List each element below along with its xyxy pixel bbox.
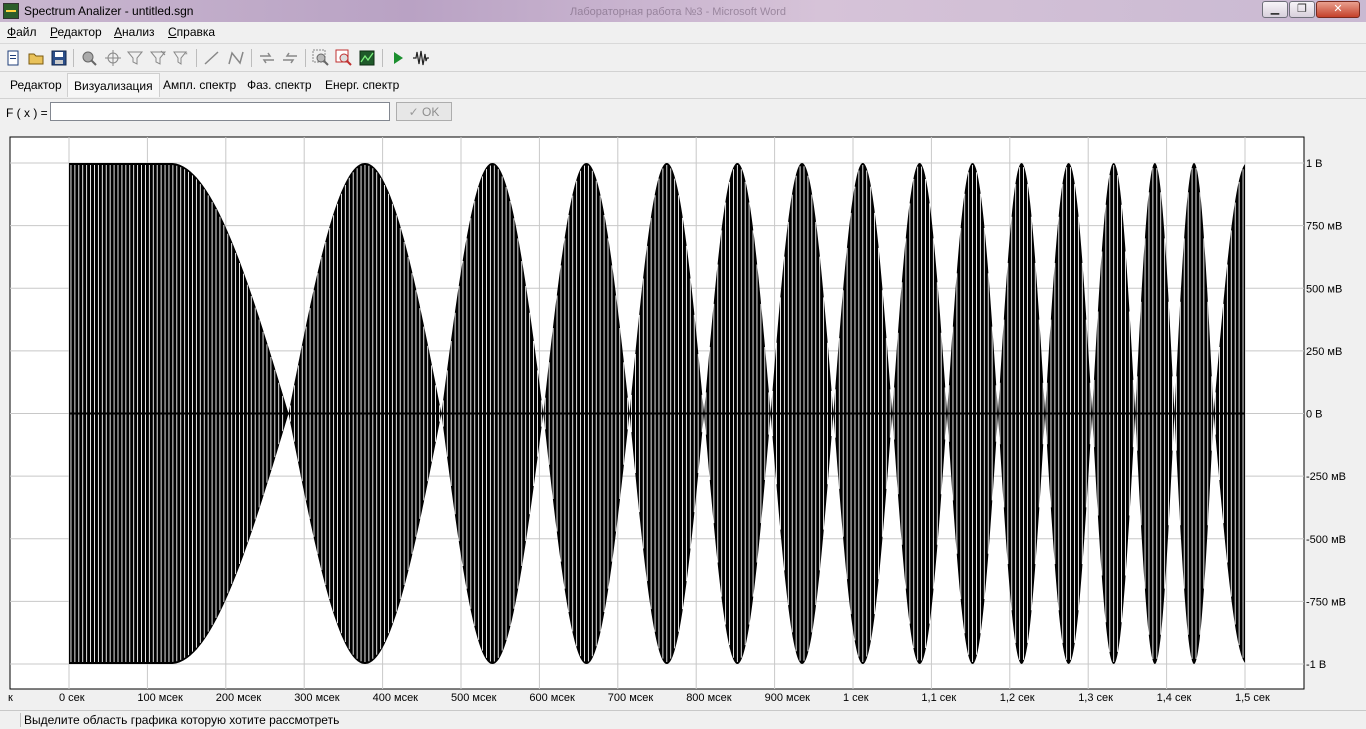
window-title: Spectrum Analizer - untitled.sgn	[24, 4, 194, 18]
minimize-button[interactable]: ▁	[1262, 1, 1288, 18]
app-icon	[3, 3, 19, 19]
svg-text:*: *	[185, 52, 188, 59]
zoom-cancel-icon[interactable]	[335, 49, 353, 67]
tab-phase-spectrum[interactable]: Фаз. спектр	[241, 73, 318, 97]
x-tick-label-partial: к	[8, 692, 13, 704]
x-tick-label: 1,3 сек	[1078, 692, 1113, 704]
y-tick-label: -500 мВ	[1306, 534, 1346, 546]
x-tick-label: 300 мсек	[294, 692, 340, 704]
y-tick-label: 500 мВ	[1306, 283, 1342, 295]
status-text: Выделите область графика которую хотите …	[24, 713, 340, 727]
signal-chart[interactable]: 0 сек 100 мсек 200 мсек 300 мсек 400 мсек 500…	[0, 129, 1366, 708]
toolbar-separator	[196, 49, 197, 67]
menu-editor[interactable]: Редактор	[50, 25, 102, 39]
menu-editor-label: едактор	[57, 25, 102, 39]
background-window-title: Лабораторная работа №3 - Microsoft Word	[570, 6, 787, 18]
tab-visualization[interactable]: Визуализация	[67, 73, 160, 97]
x-tick-label: 900 мсек	[765, 692, 811, 704]
y-tick-label: 750 мВ	[1306, 221, 1342, 233]
y-tick-label: 250 мВ	[1306, 346, 1342, 358]
menu-help-label: правка	[176, 25, 216, 39]
crosshair-icon[interactable]	[104, 49, 122, 67]
chart-icon[interactable]	[358, 49, 376, 67]
menu-analysis[interactable]: Анализ	[114, 25, 155, 39]
ok-button-label: OK	[422, 104, 440, 119]
formula-row: F ( x ) = ✓ OK	[0, 98, 1366, 128]
x-tick-label: 500 мсек	[451, 692, 497, 704]
tab-editor[interactable]: Редактор	[4, 73, 68, 97]
x-tick-label: 1,4 сек	[1157, 692, 1192, 704]
menu-help-accel: С	[168, 25, 177, 39]
signal-icon[interactable]	[412, 49, 430, 67]
shift-right-icon[interactable]	[281, 49, 299, 67]
x-tick-label: 700 мсек	[608, 692, 654, 704]
zoom-region-icon[interactable]	[312, 49, 330, 67]
new-file-icon[interactable]	[4, 49, 22, 67]
tab-energy-spectrum[interactable]: Енерг. спектр	[319, 73, 405, 97]
shift-left-icon[interactable]	[258, 49, 276, 67]
zoom-icon[interactable]	[80, 49, 98, 67]
x-tick-label: 1,2 сек	[1000, 692, 1035, 704]
x-tick-label: 1,1 сек	[921, 692, 956, 704]
open-folder-icon[interactable]	[27, 49, 45, 67]
y-tick-label: 0 В	[1306, 409, 1323, 421]
tab-strip: Редактор Визуализация Ампл. спектр Фаз. …	[0, 71, 1366, 99]
menu-file-accel: Ф	[7, 25, 17, 39]
x-tick-label: 800 мсек	[686, 692, 732, 704]
filter-star-icon[interactable]: *	[172, 49, 190, 67]
toolbar-separator	[382, 49, 383, 67]
check-icon: ✓	[408, 104, 419, 119]
x-tick-label: 100 мсек	[137, 692, 183, 704]
menu-file-label: айл	[16, 25, 37, 39]
menu-analysis-label: нализ	[122, 25, 155, 39]
tab-amplitude-spectrum[interactable]: Ампл. спектр	[157, 73, 242, 97]
menu-file[interactable]: Файл	[7, 25, 37, 39]
ok-button[interactable]: ✓ OK	[396, 102, 452, 121]
x-tick-label: 1 сек	[843, 692, 869, 704]
x-tick-label: 1,5 сек	[1235, 692, 1270, 704]
chart-area[interactable]: 0 сек 100 мсек 200 мсек 300 мсек 400 мсек 500…	[0, 129, 1366, 708]
status-panel-divider	[2, 713, 21, 727]
y-tick-label: -1 В	[1306, 659, 1326, 671]
maximize-button[interactable]: ❐	[1289, 1, 1315, 18]
toolbar: *	[0, 43, 1366, 72]
status-bar: Выделите область графика которую хотите …	[0, 710, 1366, 729]
formula-input[interactable]	[50, 102, 390, 121]
y-tick-label: 1 В	[1306, 158, 1323, 170]
toolbar-separator	[305, 49, 306, 67]
polyline-icon[interactable]	[227, 49, 245, 67]
play-icon[interactable]	[389, 49, 407, 67]
y-tick-label: -250 мВ	[1306, 471, 1346, 483]
title-bar: Spectrum Analizer - untitled.sgn Лаборат…	[0, 0, 1366, 22]
toolbar-separator	[251, 49, 252, 67]
save-disk-icon[interactable]	[50, 49, 68, 67]
x-tick-label: 600 мсек	[529, 692, 575, 704]
toolbar-separator	[73, 49, 74, 67]
x-tick-label: 400 мсек	[373, 692, 419, 704]
filter-alt-icon[interactable]	[149, 49, 167, 67]
close-button[interactable]: ✕	[1316, 1, 1360, 18]
line-icon[interactable]	[203, 49, 221, 67]
y-tick-label: -750 мВ	[1306, 596, 1346, 608]
x-tick-label: 200 мсек	[216, 692, 262, 704]
filter-icon[interactable]	[126, 49, 144, 67]
menu-analysis-accel: А	[114, 25, 123, 39]
x-tick-label: 0 сек	[59, 692, 85, 704]
menu-help[interactable]: Справка	[168, 25, 215, 39]
menu-bar: Файл Редактор Анализ Справка	[0, 22, 1366, 42]
formula-label: F ( x ) =	[6, 106, 48, 120]
